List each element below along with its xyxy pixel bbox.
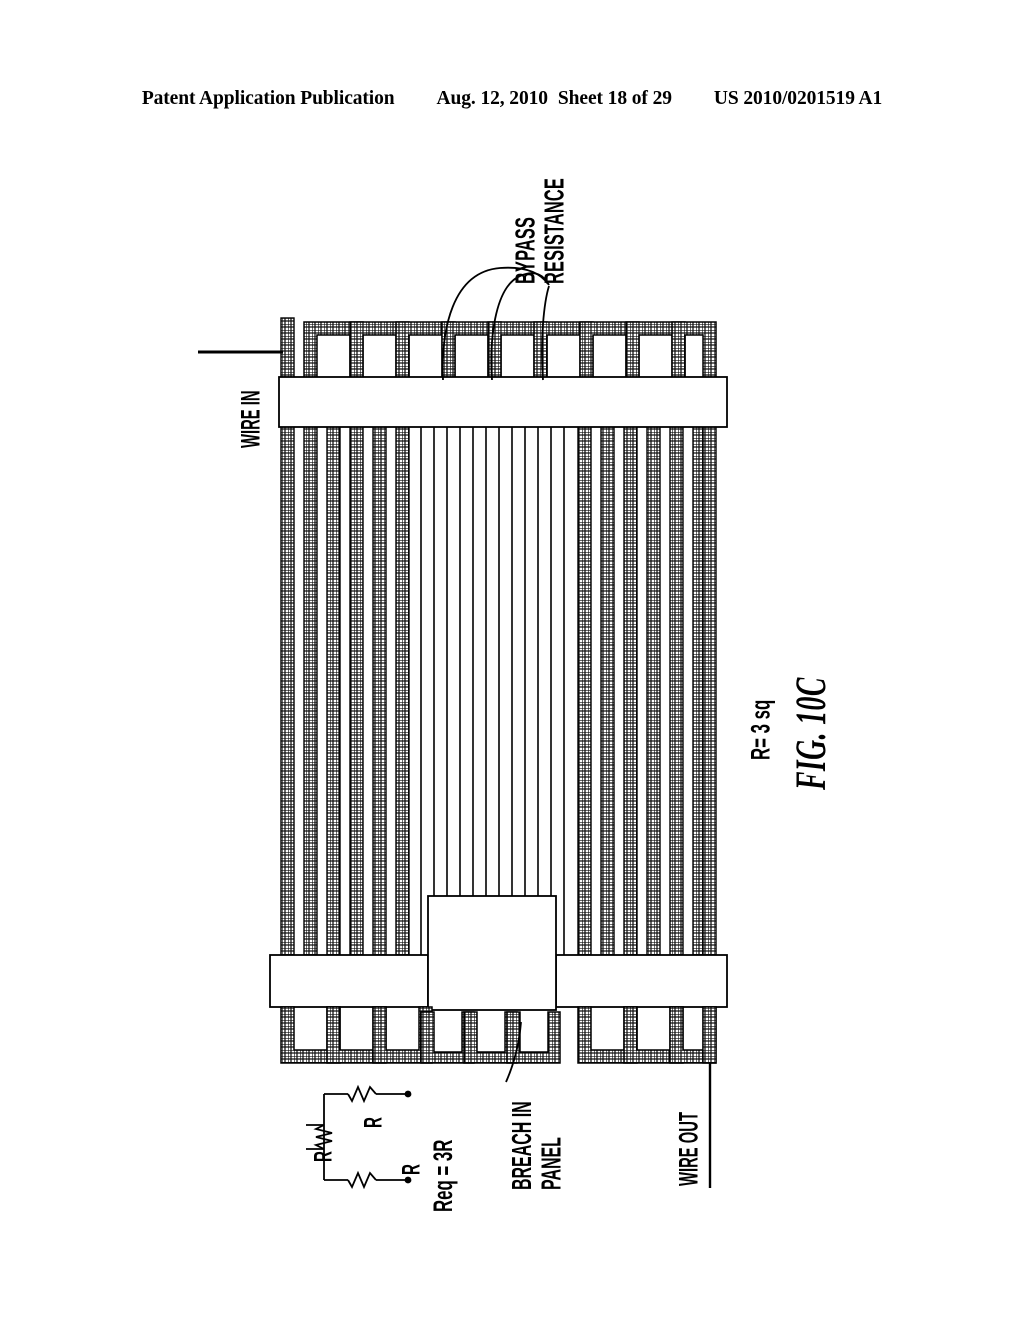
breach-in-panel-label: BREACH IN PANEL xyxy=(506,1101,567,1190)
terminal-dot xyxy=(404,1176,412,1184)
bypass-resistance-label-line2: RESISTANCE xyxy=(539,178,570,284)
req-equation-label: Req = 3R xyxy=(428,1139,459,1212)
trace-columns-upper xyxy=(280,425,717,958)
bypass-resistance-label: BYPASS RESISTANCE xyxy=(510,178,570,284)
patent-drawing-page: Patent Application Publication Aug. 12, … xyxy=(0,0,1024,1320)
bottom-bus-bar-left xyxy=(269,954,429,1008)
top-arch-stub xyxy=(280,317,295,381)
top-arch xyxy=(671,321,717,381)
hatched-columns-right-upper xyxy=(577,425,717,958)
resistor-label-left: R xyxy=(310,1151,338,1162)
breach-region-box xyxy=(427,895,557,1011)
wire-out-label: WIRE OUT xyxy=(674,1112,705,1186)
resistor-label-top: R xyxy=(360,1117,388,1128)
bottom-arch-stub xyxy=(702,1006,717,1064)
figure-number-label: FIG. 10C xyxy=(788,677,836,790)
resistor-label-right: R xyxy=(398,1164,426,1175)
terminal-dot xyxy=(404,1090,412,1098)
top-arches xyxy=(280,317,717,381)
bypass-resistance-label-line1: BYPASS xyxy=(510,216,542,284)
top-bus-bar xyxy=(278,376,728,428)
resistor-circuit-inset xyxy=(306,1084,412,1190)
breach-label-line1: BREACH IN xyxy=(506,1101,538,1190)
hatched-columns-left-upper xyxy=(280,425,410,958)
resistance-note-label: R= 3 sq xyxy=(746,699,776,760)
wire-in-label: WIRE IN xyxy=(236,390,267,448)
bottom-arches xyxy=(280,1006,717,1064)
bottom-bus-bar-right xyxy=(555,954,728,1008)
plain-columns-center-upper xyxy=(420,426,565,955)
breach-label-line2: PANEL xyxy=(535,1137,567,1190)
